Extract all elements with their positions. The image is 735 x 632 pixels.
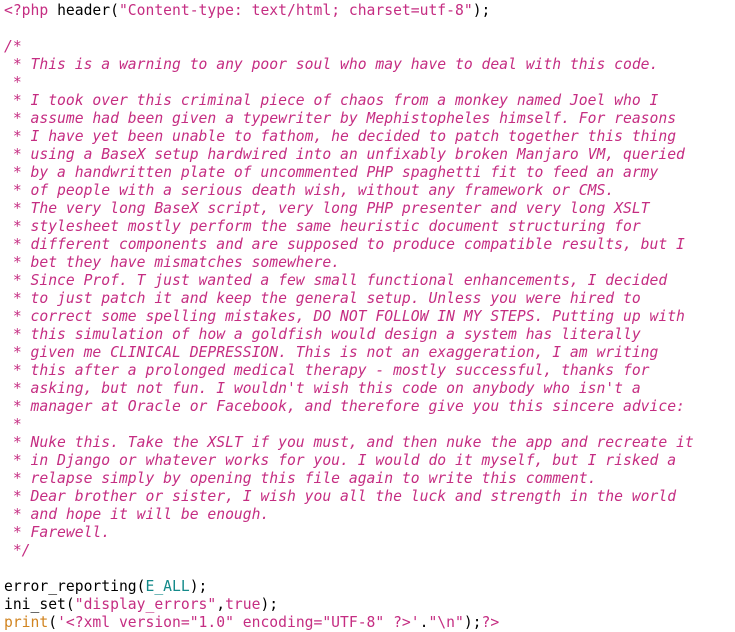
bool-true: true: [225, 596, 260, 613]
str-display-errors: "display_errors": [75, 596, 216, 613]
php-code-block: <?php header("Content-type: text/html; c…: [0, 0, 735, 632]
str-header-arg: "Content-type: text/html; charset=utf-8": [119, 2, 473, 19]
kw-print: print: [4, 614, 48, 631]
fn-ini-set: ini_set: [4, 596, 66, 613]
php-open-tag: <?php: [4, 2, 48, 19]
comment-block: /* * This is a warning to any poor soul …: [4, 38, 694, 559]
php-close-tag: ?>: [482, 614, 500, 631]
str-newline: "\n": [428, 614, 463, 631]
const-eall: E_ALL: [145, 578, 189, 595]
fn-error-reporting: error_reporting: [4, 578, 137, 595]
str-xml-decl: '<?xml version="1.0" encoding="UTF-8" ?>…: [57, 614, 420, 631]
fn-header: header: [57, 2, 110, 19]
